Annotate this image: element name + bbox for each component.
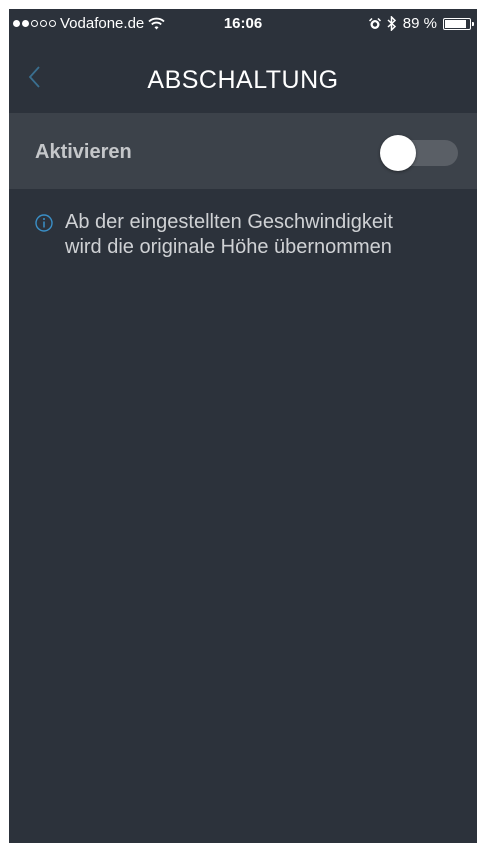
activate-label: Aktivieren bbox=[35, 141, 132, 163]
info-text-line-2: wird die originale Höhe übernommen bbox=[65, 236, 392, 258]
page-title: ABSCHALTUNG bbox=[147, 66, 339, 94]
info-icon bbox=[35, 214, 53, 232]
info-text: Ab der eingestellten Geschwindigkeit wir… bbox=[65, 210, 393, 260]
bluetooth-icon bbox=[387, 16, 396, 31]
status-bar: Vodafone.de 16:06 89 % bbox=[9, 9, 477, 39]
battery-percent: 89 % bbox=[402, 15, 437, 32]
battery-icon bbox=[443, 17, 474, 30]
status-right: 89 % bbox=[368, 15, 474, 32]
app-screen: Vodafone.de 16:06 89 % ABSCHALTUNG Aktiv… bbox=[9, 9, 477, 843]
alarm-icon bbox=[368, 17, 381, 29]
info-message: Ab der eingestellten Geschwindigkeit wir… bbox=[35, 210, 455, 260]
activate-toggle[interactable] bbox=[380, 135, 458, 171]
toggle-knob bbox=[380, 135, 416, 171]
navigation-bar: ABSCHALTUNG bbox=[9, 39, 477, 113]
activate-row: Aktivieren bbox=[9, 113, 477, 189]
info-text-line-1: Ab der eingestellten Geschwindigkeit bbox=[65, 211, 393, 233]
